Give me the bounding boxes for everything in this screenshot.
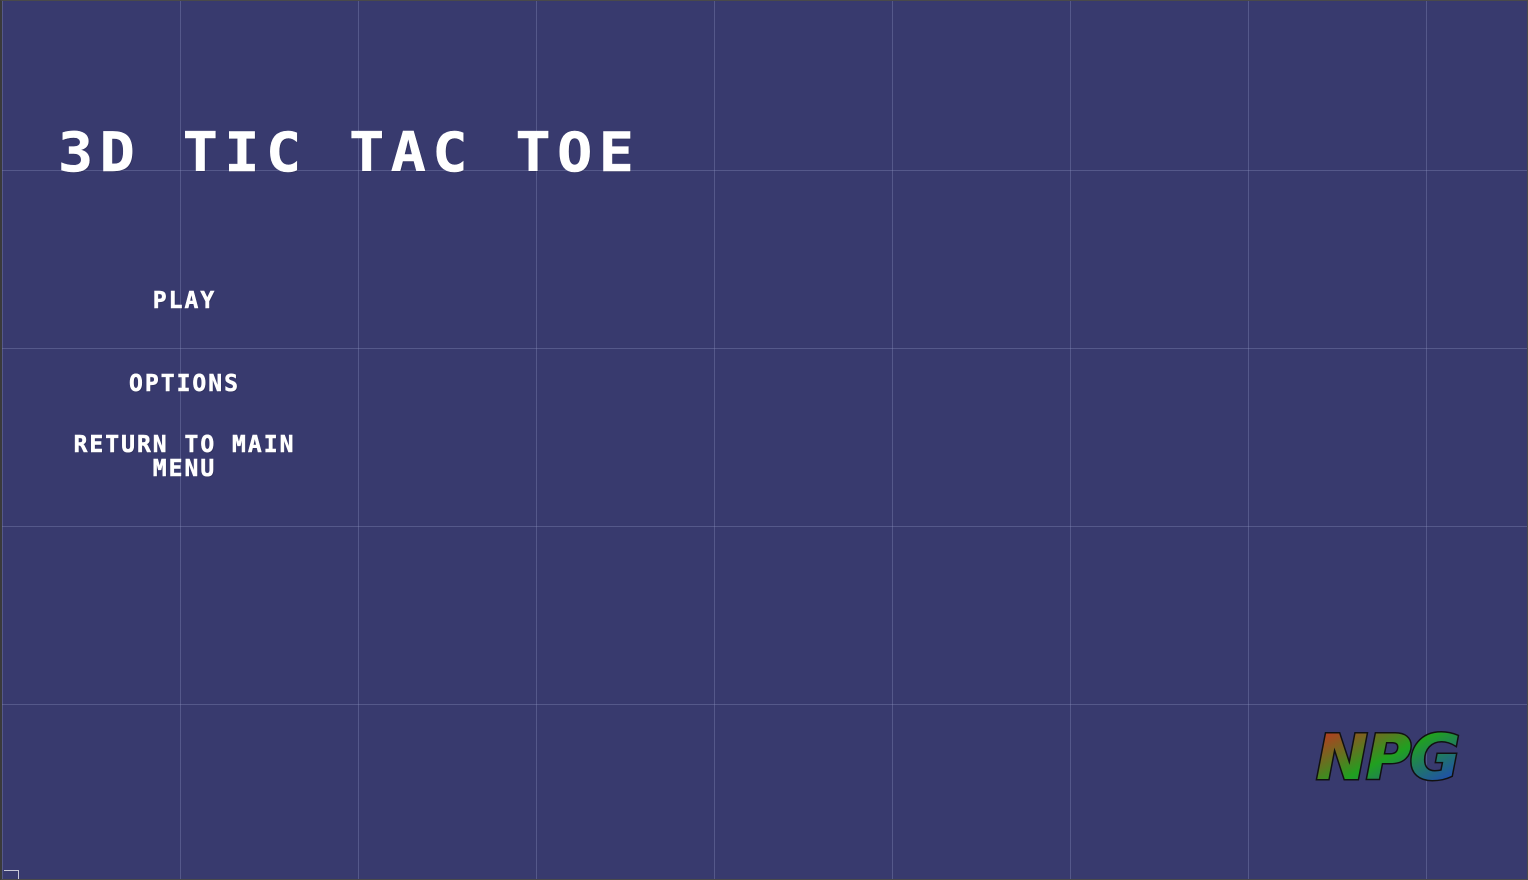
return-to-main-menu-button[interactable]: RETURN TO MAIN MENU xyxy=(52,433,317,482)
npg-logo: NPG xyxy=(1312,720,1504,796)
play-button[interactable]: PLAY xyxy=(52,289,317,314)
options-button[interactable]: OPTIONS xyxy=(52,372,317,397)
npg-logo-graphic: NPG xyxy=(1315,720,1462,796)
svg-text:NPG: NPG xyxy=(1316,723,1458,789)
game-title: 3D TIC TAC TOE xyxy=(58,121,641,185)
game-viewport: 3D TIC TAC TOE PLAY OPTIONS RETURN TO MA… xyxy=(0,0,1528,880)
corner-handle xyxy=(4,870,19,879)
